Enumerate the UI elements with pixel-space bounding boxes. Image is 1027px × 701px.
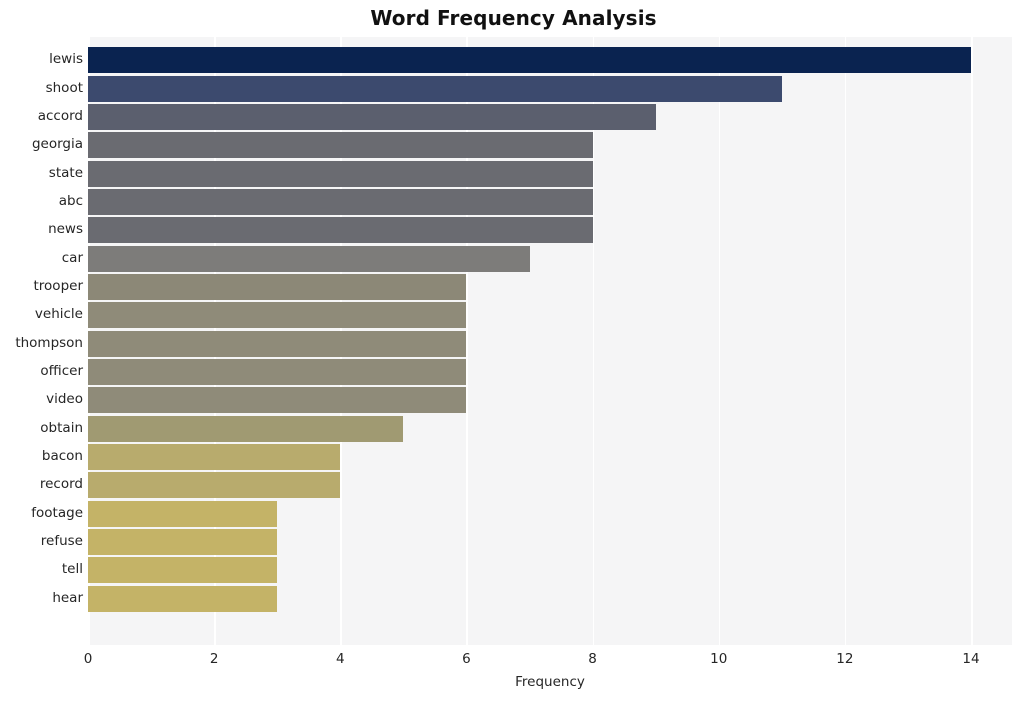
page-title: Word Frequency Analysis: [370, 6, 657, 30]
bar-row: [88, 415, 1012, 442]
bar[interactable]: [88, 132, 593, 159]
bar-row: [88, 557, 1012, 584]
y-axis-tick-label: trooper: [33, 278, 84, 294]
bar-row: [88, 444, 1012, 471]
y-axis-tick-label: state: [48, 164, 83, 181]
y-axis-tick-label: shoot: [45, 79, 83, 96]
bar[interactable]: [88, 585, 278, 612]
y-axis-tick-label: abc: [58, 192, 83, 209]
y-axis-tick-label: vehicle: [34, 306, 83, 323]
y-axis-tick-label: record: [39, 476, 83, 493]
bar[interactable]: [88, 500, 278, 527]
bar-row: [88, 330, 1012, 357]
bar[interactable]: [88, 217, 593, 244]
bar-row: [88, 302, 1012, 329]
bar[interactable]: [88, 529, 278, 556]
y-axis-tick-label: obtain: [40, 419, 83, 436]
x-axis-tick-label: 8: [588, 651, 597, 667]
x-axis-tick-label: 14: [962, 651, 980, 667]
bar[interactable]: [88, 387, 467, 414]
bar-row: [88, 274, 1012, 300]
x-axis-tick-label: 0: [83, 651, 93, 667]
y-axis-tick-label: georgia: [31, 136, 83, 153]
y-axis-tick-label: news: [48, 221, 83, 238]
bar[interactable]: [88, 188, 593, 215]
chart-figure: Word Frequency Analysis lewis shoot accord…: [0, 0, 1027, 701]
y-axis-tick-labels: lewis shoot accord georgia state abc news car tr…: [0, 0, 83, 701]
y-axis-tick-label: accord: [37, 107, 83, 124]
x-axis-tick-label: 4: [335, 651, 345, 667]
bar[interactable]: [88, 359, 467, 386]
bar[interactable]: [88, 302, 467, 329]
bar[interactable]: [88, 330, 467, 357]
y-axis-tick-label: lewis: [49, 51, 83, 68]
bar[interactable]: [88, 472, 341, 499]
bar[interactable]: [88, 47, 971, 74]
y-axis-tick-label: bacon: [41, 448, 83, 465]
x-axis-label: Frequency: [515, 674, 585, 690]
bar-row: [88, 245, 1012, 272]
bar-row: [88, 359, 1012, 386]
y-axis-tick-label: tell: [61, 561, 83, 578]
y-axis-tick-label: refuse: [40, 533, 83, 550]
bar-row: [88, 500, 1012, 527]
bar-row: [88, 160, 1012, 187]
bar-row: [88, 472, 1012, 499]
plot-area: [88, 37, 1012, 645]
bar[interactable]: [88, 160, 593, 187]
bar[interactable]: [88, 415, 404, 442]
bar[interactable]: [88, 103, 656, 130]
bar[interactable]: [88, 274, 467, 300]
y-axis-tick-label: thompson: [15, 334, 83, 351]
bar-row: [88, 103, 1012, 130]
bar-row: [88, 217, 1012, 244]
bar[interactable]: [88, 75, 782, 102]
y-axis-tick-label: hear: [52, 589, 83, 606]
y-axis-tick-label: footage: [31, 504, 83, 521]
bar-row: [88, 529, 1012, 556]
x-axis-tick-label: 10: [710, 651, 728, 667]
bar-row: [88, 75, 1012, 102]
y-axis-tick-label: video: [46, 391, 83, 408]
y-axis-tick-label: car: [61, 249, 83, 266]
bar-row: [88, 132, 1012, 159]
x-axis-tick-label: 6: [462, 651, 471, 667]
bar-row: [88, 47, 1012, 74]
bar-row: [88, 585, 1012, 612]
x-axis-tick-label: 2: [209, 651, 219, 667]
bar[interactable]: [88, 245, 530, 272]
bar[interactable]: [88, 557, 278, 584]
bar[interactable]: [88, 444, 341, 471]
y-axis-tick-label: officer: [40, 363, 83, 380]
x-axis-tick-label: 12: [836, 651, 854, 667]
bar-row: [88, 188, 1012, 215]
bar-row: [88, 387, 1012, 414]
